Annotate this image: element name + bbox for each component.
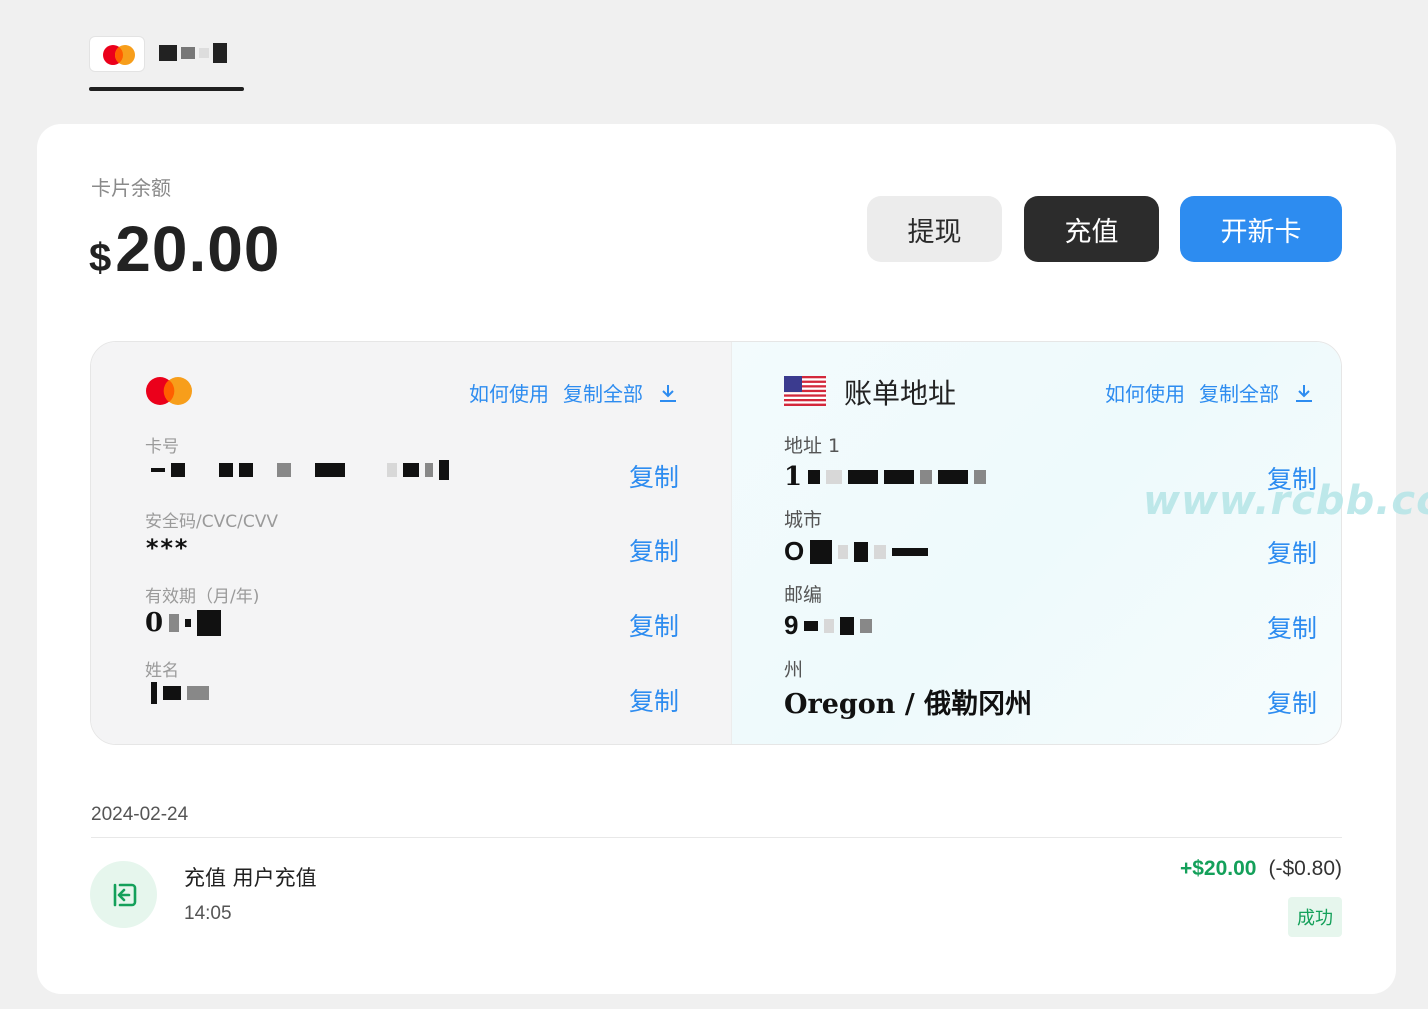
new-card-button[interactable]: 开新卡 [1180, 196, 1342, 262]
copy-cvv-button[interactable]: 复制 [629, 532, 679, 568]
balance-label: 卡片余额 [91, 176, 171, 200]
transaction-title: 充值 用户充值 [184, 866, 317, 890]
city-label: 城市 [784, 509, 823, 531]
address-line1-value: 1 [784, 462, 987, 492]
state-label: 州 [784, 659, 804, 681]
card-pane-actions: 如何使用 复制全部 [469, 378, 679, 407]
cardholder-name-value [145, 682, 209, 704]
status-badge: 成功 [1288, 897, 1342, 937]
transaction-date: 2024-02-24 [91, 804, 189, 825]
divider [91, 837, 1342, 838]
download-icon[interactable] [657, 382, 679, 404]
copy-card-number-button[interactable]: 复制 [629, 458, 679, 494]
card-overview-panel: 卡片余额 $ 20.00 提现 充值 开新卡 如何使用 复制全部 卡号 复制 安… [37, 124, 1396, 994]
transaction-time: 14:05 [184, 903, 232, 924]
transaction-amount: +$20.00 [1179, 857, 1257, 880]
card-tab[interactable] [89, 36, 244, 92]
address-how-to-use-link[interactable]: 如何使用 [1105, 378, 1185, 407]
copy-name-button[interactable]: 复制 [629, 682, 679, 718]
card-number-value [145, 460, 449, 480]
expiry-value: 0 [145, 608, 222, 638]
deposit-icon [90, 861, 157, 928]
balance-amount: 20.00 [115, 213, 281, 285]
address-copy-all-link[interactable]: 复制全部 [1199, 378, 1279, 407]
topup-button[interactable]: 充值 [1024, 196, 1159, 262]
transaction-amounts: +$20.00 (-$0.80) [1180, 857, 1342, 881]
zip-label: 邮编 [784, 584, 823, 606]
cvv-label: 安全码/CVC/CVV [145, 512, 278, 532]
card-info-pane: 如何使用 复制全部 卡号 复制 安全码/CVC/CVV *** 复制 有效期（月… [91, 342, 732, 744]
billing-address-title: 账单地址 [844, 377, 957, 410]
download-icon[interactable] [1293, 382, 1315, 404]
balance-value: $ 20.00 [89, 212, 280, 286]
mastercard-icon [146, 377, 192, 405]
city-value: O [784, 536, 929, 567]
expiry-label: 有效期（月/年) [145, 587, 260, 607]
zip-value: 9 [784, 610, 873, 641]
address-pane-actions: 如何使用 复制全部 [1105, 378, 1315, 407]
transaction-fee: (-$0.80) [1268, 857, 1342, 880]
copy-city-button[interactable]: 复制 [1267, 534, 1317, 570]
us-flag-icon [784, 376, 826, 406]
tab-card-logo [89, 36, 145, 72]
cardholder-name-label: 姓名 [145, 661, 179, 681]
copy-state-button[interactable]: 复制 [1267, 684, 1317, 720]
card-number-label: 卡号 [145, 437, 179, 457]
balance-currency: $ [89, 236, 112, 280]
card-how-to-use-link[interactable]: 如何使用 [469, 378, 549, 407]
tab-card-name-redacted [159, 38, 239, 68]
address-line1-label: 地址 1 [784, 435, 841, 457]
withdraw-button[interactable]: 提现 [867, 196, 1002, 262]
card-copy-all-link[interactable]: 复制全部 [563, 378, 643, 407]
card-details-panel: 如何使用 复制全部 卡号 复制 安全码/CVC/CVV *** 复制 有效期（月… [90, 341, 1342, 745]
copy-expiry-button[interactable]: 复制 [629, 607, 679, 643]
copy-zip-button[interactable]: 复制 [1267, 609, 1317, 645]
billing-address-pane: 账单地址 如何使用 复制全部 地址 1 1 复制 城市 O 复制 邮编 9 复制… [732, 342, 1341, 744]
mastercard-icon [103, 45, 135, 65]
cvv-value: *** [145, 534, 189, 562]
tab-active-indicator [89, 87, 244, 91]
watermark-text: www.rcbb.cc [1143, 478, 1428, 524]
state-value: Oregon / 俄勒冈州 [784, 689, 1033, 720]
